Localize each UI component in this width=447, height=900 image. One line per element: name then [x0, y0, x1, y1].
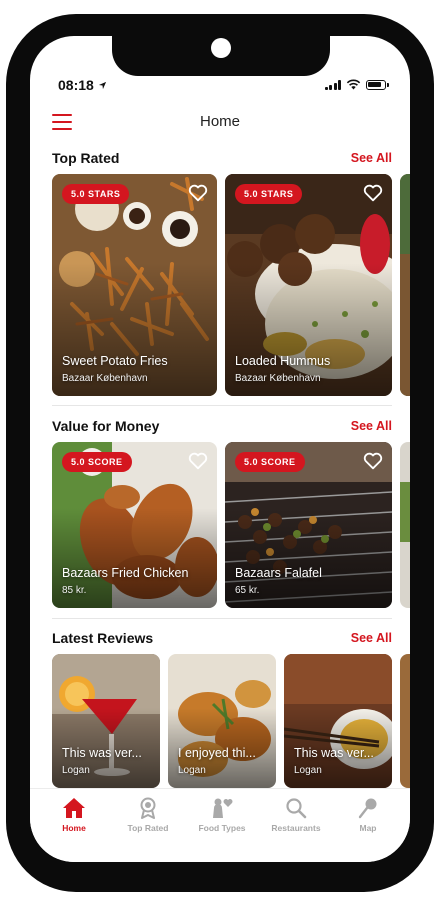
home-icon: [63, 798, 85, 818]
tab-bar: Home Top Rated Food Types Restaurants Ma…: [30, 788, 410, 862]
food-card[interactable]: 5.0 STARS Loaded Hummus Bazaar København: [225, 174, 392, 396]
top-rated-row: 5.0 STARS Sweet Potato Fries Bazaar Købe…: [52, 174, 410, 396]
review-snippet: This was ver...: [294, 746, 374, 760]
food-image: [400, 442, 410, 608]
divider: [52, 618, 392, 619]
section-title: Top Rated: [52, 150, 120, 166]
review-snippet: I enjoyed thi...: [178, 746, 256, 760]
card-subtitle: 85 kr.: [62, 585, 87, 596]
food-card[interactable]: 5.0 SCORE Bazaars Fried Chicken 85 kr.: [52, 442, 217, 608]
food-image: [400, 174, 410, 396]
section-header-latest-reviews: Latest Reviews See All: [52, 628, 392, 648]
heart-icon[interactable]: [362, 450, 384, 472]
status-time-text: 08:18: [58, 77, 94, 93]
tab-food-types[interactable]: Food Types: [184, 797, 260, 833]
card-title: Bazaars Falafel: [235, 566, 322, 580]
battery-icon: [366, 79, 389, 90]
see-all-button[interactable]: See All: [351, 151, 392, 165]
see-all-button[interactable]: See All: [351, 631, 392, 645]
food-card-peek[interactable]: [400, 442, 410, 608]
review-snippet: This was ver...: [62, 746, 142, 760]
rating-badge: 5.0 STARS: [62, 184, 130, 204]
heart-icon[interactable]: [187, 182, 209, 204]
page-title: Home: [199, 113, 240, 130]
tab-home[interactable]: Home: [36, 797, 112, 833]
divider: [52, 405, 392, 406]
card-subtitle: Bazaar København: [235, 373, 321, 384]
location-arrow-icon: [98, 81, 106, 89]
reviewer-name: Logan: [294, 765, 322, 776]
food-card-peek[interactable]: [400, 174, 410, 396]
heart-icon[interactable]: [187, 450, 209, 472]
see-all-button[interactable]: See All: [351, 419, 392, 433]
camera-icon: [211, 38, 231, 58]
section-header-top-rated: Top Rated See All: [52, 148, 392, 168]
signal-icon: [324, 79, 341, 90]
tab-restaurants[interactable]: Restaurants: [258, 797, 334, 833]
tab-label: Home: [62, 823, 86, 833]
food-types-icon: [213, 798, 233, 818]
header: Home: [30, 108, 410, 138]
section-title: Latest Reviews: [52, 630, 154, 646]
food-card[interactable]: 5.0 STARS Sweet Potato Fries Bazaar Købe…: [52, 174, 217, 396]
section-header-value-for-money: Value for Money See All: [52, 416, 392, 436]
tab-label: Top Rated: [127, 823, 169, 833]
rating-badge: 5.0 STARS: [235, 184, 303, 204]
card-subtitle: 65 kr.: [235, 585, 260, 596]
value-for-money-row: 5.0 SCORE Bazaars Fried Chicken 85 kr. 5…: [52, 442, 410, 608]
tab-label: Food Types: [198, 823, 246, 833]
score-badge: 5.0 SCORE: [62, 452, 132, 472]
award-icon: [140, 797, 156, 819]
review-card[interactable]: This was ver... Logan: [284, 654, 392, 788]
card-title: Loaded Hummus: [235, 354, 331, 368]
tab-map[interactable]: Map: [330, 797, 406, 833]
review-card[interactable]: This was ver... Logan: [52, 654, 160, 788]
reviewer-name: Logan: [178, 765, 206, 776]
status-icons: [324, 79, 389, 90]
review-card-peek[interactable]: [400, 654, 410, 788]
tab-top-rated[interactable]: Top Rated: [110, 797, 186, 833]
food-card[interactable]: 5.0 SCORE Bazaars Falafel 65 kr.: [225, 442, 392, 608]
app-screen: 08:18 Home Top Rated See All 5.0 STARS S…: [30, 36, 410, 862]
card-subtitle: Bazaar København: [62, 373, 148, 384]
tab-label: Map: [359, 823, 377, 833]
review-card[interactable]: I enjoyed thi... Logan: [168, 654, 276, 788]
wifi-icon: [346, 79, 361, 90]
score-badge: 5.0 SCORE: [235, 452, 305, 472]
review-image: [400, 654, 410, 788]
reviewer-name: Logan: [62, 765, 90, 776]
map-pin-icon: [358, 798, 377, 819]
section-title: Value for Money: [52, 418, 160, 434]
tab-label: Restaurants: [271, 823, 321, 833]
heart-icon[interactable]: [362, 182, 384, 204]
latest-reviews-row: This was ver... Logan I enjoyed thi... L…: [52, 654, 410, 788]
status-time: 08:18: [58, 77, 107, 93]
search-icon: [286, 798, 307, 819]
card-title: Sweet Potato Fries: [62, 354, 168, 368]
card-title: Bazaars Fried Chicken: [62, 566, 189, 580]
